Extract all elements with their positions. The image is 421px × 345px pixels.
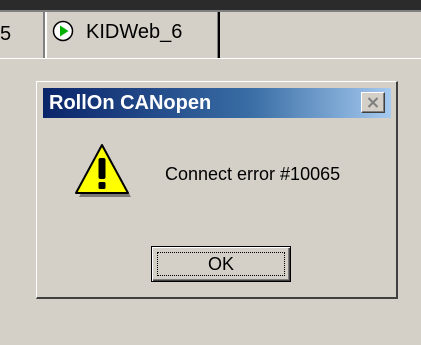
dialog-message: Connect error #10065 xyxy=(165,164,341,184)
close-icon xyxy=(367,97,379,108)
message-dialog: RollOn CANopen Connect error #10065 OK xyxy=(36,81,398,299)
warning-icon xyxy=(75,144,131,197)
tab-previous-label: 5 xyxy=(0,23,12,45)
close-button[interactable] xyxy=(361,92,385,113)
dialog-titlebar[interactable]: RollOn CANopen xyxy=(43,88,391,118)
ok-button[interactable]: OK xyxy=(151,246,291,282)
dialog-title: RollOn CANopen xyxy=(49,92,212,114)
green-play-icon xyxy=(52,20,74,42)
tab-baseline xyxy=(0,58,421,59)
tab-kidweb-label: KIDWeb_6 xyxy=(86,21,183,43)
top-dark-strip xyxy=(0,0,421,10)
ok-button-label: OK xyxy=(207,253,234,274)
